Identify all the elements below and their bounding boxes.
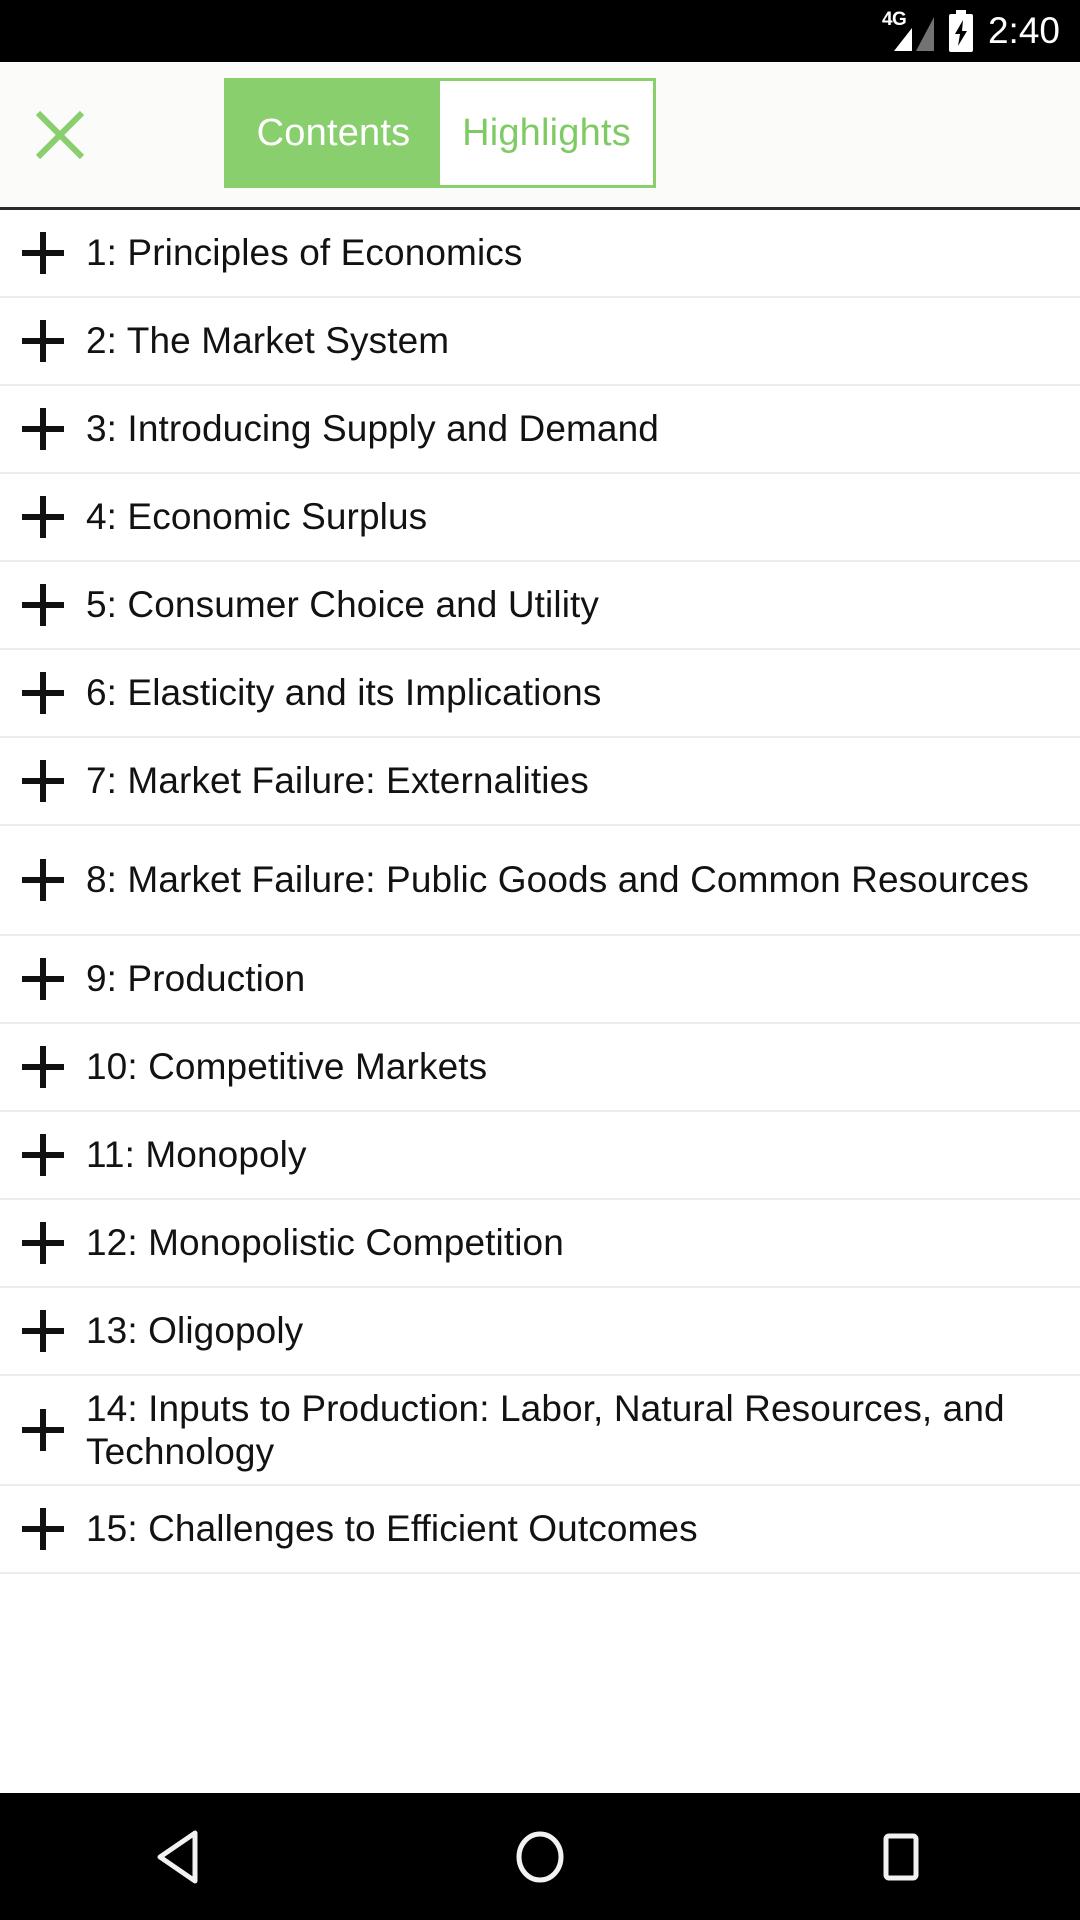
battery-charging-icon [948, 10, 973, 52]
plus-icon [22, 672, 64, 714]
tab-group: Contents Highlights [224, 78, 656, 188]
plus-icon [22, 232, 64, 274]
expand-plus-icon[interactable] [0, 1112, 86, 1198]
toc-row[interactable]: 5: Consumer Choice and Utility [0, 562, 1080, 650]
toc-row[interactable]: 6: Elasticity and its Implications [0, 650, 1080, 738]
android-navigation-bar [0, 1793, 1080, 1920]
status-bar-icons: 4G 2:40 [882, 9, 1060, 53]
back-triangle-icon [157, 1830, 198, 1883]
toc-row-label: 15: Challenges to Efficient Outcomes [86, 1508, 698, 1550]
toc-row-label: 10: Competitive Markets [86, 1046, 488, 1088]
expand-plus-icon[interactable] [0, 1387, 86, 1473]
plus-icon [22, 584, 64, 626]
toc-row-label: 12: Monopolistic Competition [86, 1222, 564, 1264]
toc-row[interactable]: 1: Principles of Economics [0, 210, 1080, 298]
toc-row-label: 14: Inputs to Production: Labor, Natural… [86, 1387, 1005, 1472]
toc-row-label: 5: Consumer Choice and Utility [86, 584, 599, 626]
plus-icon [22, 1508, 64, 1550]
plus-icon [22, 320, 64, 362]
plus-icon [22, 1222, 64, 1264]
expand-plus-icon[interactable] [0, 210, 86, 296]
toc-row-label: 4: Economic Surplus [86, 496, 428, 538]
header-bar: Contents Highlights [0, 62, 1080, 210]
app-root: 4G 2:40 Contents Highlights 1: Principle… [0, 0, 1080, 1920]
expand-plus-icon[interactable] [0, 562, 86, 648]
toc-row-label: 11: Monopoly [86, 1134, 307, 1176]
toc-row[interactable]: 8: Market Failure: Public Goods and Comm… [0, 826, 1080, 936]
plus-icon [22, 958, 64, 1000]
toc-row[interactable]: 13: Oligopoly [0, 1288, 1080, 1376]
nav-recents-button[interactable] [720, 1793, 1080, 1920]
plus-icon [22, 496, 64, 538]
toc-row[interactable]: 14: Inputs to Production: Labor, Natural… [0, 1376, 1080, 1486]
nav-back-button[interactable] [0, 1793, 360, 1920]
close-x-icon [35, 110, 85, 159]
toc-row[interactable]: 7: Market Failure: Externalities [0, 738, 1080, 826]
plus-icon [22, 760, 64, 802]
toc-row-label: 9: Production [86, 958, 306, 1000]
toc-row[interactable]: 2: The Market System [0, 298, 1080, 386]
signal-triangle [893, 17, 934, 51]
expand-plus-icon[interactable] [0, 650, 86, 736]
toc-row-label: 1: Principles of Economics [86, 232, 523, 274]
expand-plus-icon[interactable] [0, 837, 86, 923]
tab-highlights[interactable]: Highlights [440, 81, 653, 185]
toc-row-label: 6: Elasticity and its Implications [86, 672, 602, 714]
tab-contents-label: Contents [256, 112, 411, 154]
plus-icon [22, 1409, 64, 1451]
expand-plus-icon[interactable] [0, 1024, 86, 1110]
toc-row-label: 2: The Market System [86, 320, 450, 362]
toc-row[interactable]: 9: Production [0, 936, 1080, 1024]
plus-icon [22, 859, 64, 901]
nav-home-button[interactable] [360, 1793, 720, 1920]
toc-row-label: 8: Market Failure: Public Goods and Comm… [86, 859, 1029, 901]
status-bar-clock: 2:40 [987, 9, 1060, 51]
plus-icon [22, 1310, 64, 1352]
expand-plus-icon[interactable] [0, 1486, 86, 1572]
tab-contents[interactable]: Contents [227, 81, 440, 185]
close-button[interactable] [24, 99, 96, 171]
expand-plus-icon[interactable] [0, 1288, 86, 1374]
status-bar: 4G 2:40 [0, 0, 1080, 62]
toc-row-label: 7: Market Failure: Externalities [86, 760, 589, 802]
tab-highlights-label: Highlights [462, 112, 631, 154]
toc-row[interactable]: 4: Economic Surplus [0, 474, 1080, 562]
toc-row[interactable]: 3: Introducing Supply and Demand [0, 386, 1080, 474]
plus-icon [22, 1046, 64, 1088]
toc-row[interactable]: 11: Monopoly [0, 1112, 1080, 1200]
expand-plus-icon[interactable] [0, 386, 86, 472]
expand-plus-icon[interactable] [0, 738, 86, 824]
plus-icon [22, 408, 64, 450]
toc-row[interactable]: 10: Competitive Markets [0, 1024, 1080, 1112]
expand-plus-icon[interactable] [0, 298, 86, 384]
plus-icon [22, 1134, 64, 1176]
expand-plus-icon[interactable] [0, 1200, 86, 1286]
table-of-contents-list[interactable]: 1: Principles of Economics 2: The Market … [0, 210, 1080, 1793]
toc-row-label: 3: Introducing Supply and Demand [86, 408, 659, 450]
expand-plus-icon[interactable] [0, 936, 86, 1022]
recents-square-icon [883, 1833, 919, 1880]
expand-plus-icon[interactable] [0, 474, 86, 560]
home-circle-icon [516, 1831, 564, 1882]
signal-bars-icon: 4G [882, 9, 934, 53]
toc-row[interactable]: 12: Monopolistic Competition [0, 1200, 1080, 1288]
toc-row[interactable]: 15: Challenges to Efficient Outcomes [0, 1486, 1080, 1574]
toc-row-label: 13: Oligopoly [86, 1310, 304, 1352]
